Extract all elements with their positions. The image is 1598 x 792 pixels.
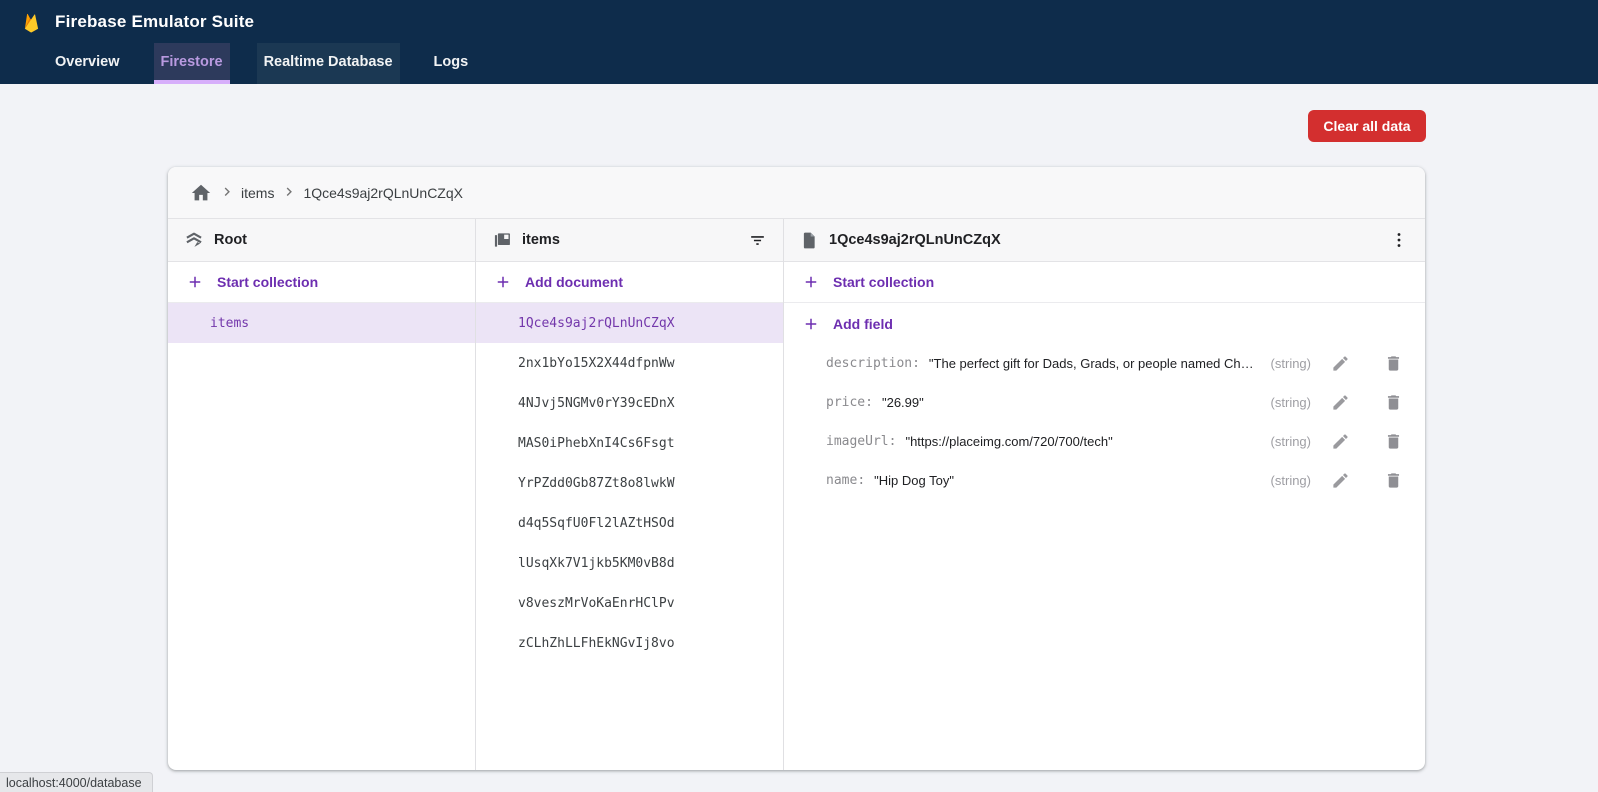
firebase-logo-icon — [20, 10, 43, 33]
field-value: "https://placeimg.com/720/700/tech" — [905, 434, 1112, 449]
nav-tab[interactable]: Realtime Database — [257, 43, 400, 84]
field-list: description "The perfect gift for Dads, … — [784, 344, 1425, 500]
app-header: Firebase Emulator Suite Overview Firesto… — [0, 0, 1598, 84]
collection-icon — [492, 230, 512, 250]
browser-status-bubble: localhost:4000/database — [0, 772, 153, 792]
app-title: Firebase Emulator Suite — [55, 12, 254, 32]
collection-panel-title: items — [522, 232, 560, 248]
field-row: name "Hip Dog Toy" (string) — [784, 461, 1425, 500]
document-id: 4NJvj5NGMv0rY39cEDnX — [518, 396, 675, 411]
start-collection-button[interactable]: Start collection — [168, 262, 475, 303]
document-list-item[interactable]: v8veszMrVoKaEnrHClPv — [476, 583, 783, 623]
nav-tab-label: Firestore — [161, 54, 223, 70]
field-key: imageUrl — [826, 434, 896, 449]
document-list-item[interactable]: zCLhZhLLFhEkNGvIj8vo — [476, 623, 783, 663]
document-id: d4q5SqfU0Fl2lAZtHSOd — [518, 516, 675, 531]
collection-panel-header: items — [476, 219, 783, 262]
add-field-label: Add field — [833, 316, 893, 332]
nav-tab-label: Overview — [55, 54, 120, 70]
chevron-right-icon — [218, 184, 235, 201]
document-panel: 1Qce4s9aj2rQLnUnCZqX Start collection — [784, 219, 1425, 770]
document-id: YrPZdd0Gb87Zt8o8lwkW — [518, 476, 675, 491]
breadcrumb-path: items 1Qce4s9aj2rQLnUnCZqX — [218, 184, 463, 201]
breadcrumb: items 1Qce4s9aj2rQLnUnCZqX — [168, 167, 1425, 219]
field-row: description "The perfect gift for Dads, … — [784, 344, 1425, 383]
nav-tab[interactable]: Firestore — [154, 43, 230, 84]
field-key: name — [826, 473, 865, 488]
field-key: description — [826, 356, 920, 371]
plus-icon — [494, 273, 512, 291]
nav-tab[interactable]: Logs — [427, 43, 476, 84]
panels: Root Start collection items — [168, 219, 1425, 770]
nav-tab-label: Logs — [434, 54, 469, 70]
document-panel-header: 1Qce4s9aj2rQLnUnCZqX — [784, 219, 1425, 262]
field-row: imageUrl "https://placeimg.com/720/700/t… — [784, 422, 1425, 461]
doc-start-collection-button[interactable]: Start collection — [784, 262, 1425, 303]
kebab-menu-icon[interactable] — [1387, 228, 1411, 252]
start-collection-label: Start collection — [217, 274, 318, 290]
firestore-root-icon — [184, 230, 204, 250]
doc-start-collection-label: Start collection — [833, 274, 934, 290]
document-list-item[interactable]: 1Qce4s9aj2rQLnUnCZqX — [476, 303, 783, 343]
document-id: 2nx1bYo15X2X44dfpnWw — [518, 356, 675, 371]
titlebar: Firebase Emulator Suite — [0, 0, 1598, 43]
document-list-item[interactable]: lUsqXk7V1jkb5KM0vB8d — [476, 543, 783, 583]
document-list-item[interactable]: YrPZdd0Gb87Zt8o8lwkW — [476, 463, 783, 503]
collection-panel: items Add document 1Qce4s9aj2rQLnUnCZqX … — [476, 219, 784, 770]
document-list: 1Qce4s9aj2rQLnUnCZqX 2nx1bYo15X2X44dfpnW… — [476, 303, 783, 663]
edit-field-icon[interactable] — [1329, 352, 1352, 375]
filter-icon[interactable] — [746, 229, 769, 252]
document-list-item[interactable]: 2nx1bYo15X2X44dfpnWw — [476, 343, 783, 383]
field-type: (string) — [1271, 473, 1311, 488]
field-row: price "26.99" (string) — [784, 383, 1425, 422]
edit-field-icon[interactable] — [1329, 469, 1352, 492]
document-id: v8veszMrVoKaEnrHClPv — [518, 596, 675, 611]
collection-list: items — [168, 303, 475, 343]
delete-field-icon[interactable] — [1382, 430, 1405, 453]
root-panel: Root Start collection items — [168, 219, 476, 770]
nav-tab-label: Realtime Database — [264, 54, 393, 70]
document-id: MAS0iPhebXnI4Cs6Fsgt — [518, 436, 675, 451]
field-type: (string) — [1271, 395, 1311, 410]
delete-field-icon[interactable] — [1382, 469, 1405, 492]
field-value: "26.99" — [882, 395, 924, 410]
plus-icon — [802, 315, 820, 333]
document-id: 1Qce4s9aj2rQLnUnCZqX — [518, 316, 675, 331]
delete-field-icon[interactable] — [1382, 391, 1405, 414]
collection-list-item[interactable]: items — [168, 303, 475, 343]
field-value: "The perfect gift for Dads, Grads, or pe… — [929, 356, 1254, 371]
breadcrumb-item: 1Qce4s9aj2rQLnUnCZqX — [280, 184, 463, 201]
plus-icon — [186, 273, 204, 291]
field-type: (string) — [1271, 356, 1311, 371]
root-panel-header: Root — [168, 219, 475, 262]
edit-field-icon[interactable] — [1329, 391, 1352, 414]
chevron-right-icon — [280, 184, 297, 201]
document-list-item[interactable]: 4NJvj5NGMv0rY39cEDnX — [476, 383, 783, 423]
breadcrumb-link[interactable]: 1Qce4s9aj2rQLnUnCZqX — [303, 185, 463, 201]
breadcrumb-link[interactable]: items — [241, 185, 274, 201]
field-value: "Hip Dog Toy" — [874, 473, 954, 488]
delete-field-icon[interactable] — [1382, 352, 1405, 375]
nav-tab[interactable]: Overview — [48, 43, 127, 84]
add-field-button[interactable]: Add field — [784, 303, 1425, 344]
add-document-button[interactable]: Add document — [476, 262, 783, 303]
nav-tabs: Overview Firestore Realtime Database Log… — [0, 43, 1598, 84]
document-id: lUsqXk7V1jkb5KM0vB8d — [518, 556, 675, 571]
document-icon — [800, 231, 819, 250]
document-panel-title: 1Qce4s9aj2rQLnUnCZqX — [829, 232, 1001, 248]
document-id: zCLhZhLLFhEkNGvIj8vo — [518, 636, 675, 651]
add-document-label: Add document — [525, 274, 623, 290]
field-type: (string) — [1271, 434, 1311, 449]
document-list-item[interactable]: MAS0iPhebXnI4Cs6Fsgt — [476, 423, 783, 463]
firestore-card: items 1Qce4s9aj2rQLnUnCZqX Root — [168, 167, 1425, 770]
collection-id: items — [210, 316, 249, 331]
breadcrumb-item: items — [218, 184, 274, 201]
clear-all-data-button[interactable]: Clear all data — [1308, 110, 1426, 142]
edit-field-icon[interactable] — [1329, 430, 1352, 453]
field-key: price — [826, 395, 873, 410]
home-icon[interactable] — [190, 182, 212, 204]
plus-icon — [802, 273, 820, 291]
root-panel-title: Root — [214, 232, 247, 248]
document-list-item[interactable]: d4q5SqfU0Fl2lAZtHSOd — [476, 503, 783, 543]
